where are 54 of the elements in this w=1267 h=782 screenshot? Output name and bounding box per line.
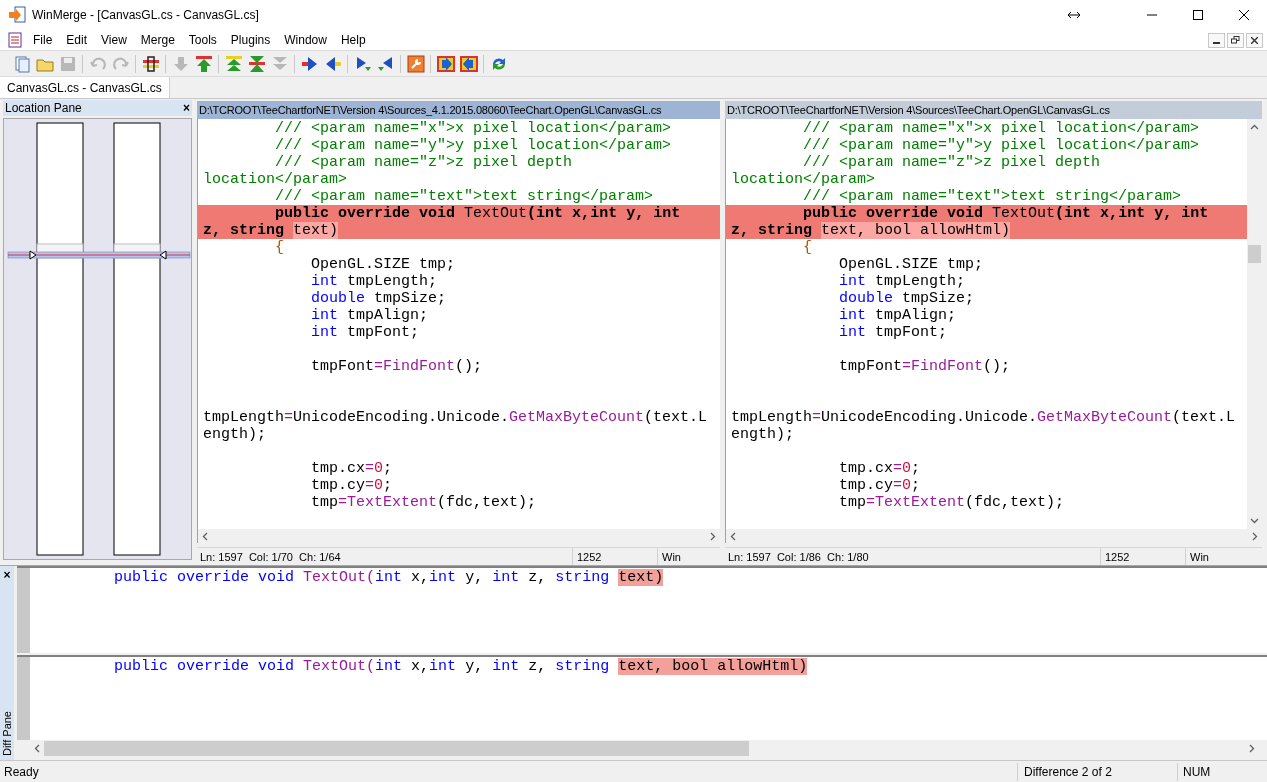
line-ending-label: Win	[1189, 550, 1210, 565]
difference-count: Difference 2 of 2	[1017, 762, 1177, 781]
mdi-restore-button[interactable]	[1227, 32, 1244, 48]
menu-item[interactable]: View	[94, 30, 134, 50]
minimize-icon	[1213, 41, 1220, 44]
mdi-minimize-button[interactable]	[1208, 32, 1225, 48]
menu-item[interactable]: Help	[333, 30, 373, 50]
close-button[interactable]: ×	[183, 102, 190, 114]
maximize-icon	[1193, 10, 1203, 20]
document-tab[interactable]: CanvasGL.cs - CanvasGL.cs	[0, 77, 170, 98]
code-line: public override void TextOut(int x,int y, int z, string text)	[113, 569, 665, 586]
restore-icon	[1231, 36, 1240, 44]
close-icon	[1239, 10, 1249, 20]
diff-text-view[interactable]: public override void TextOut(int x,int y, int z, string text, bool allowHtml)	[30, 657, 1267, 740]
code-editor[interactable]	[726, 119, 1247, 529]
file-path-header: D:\TCROOT\TeeChartforNET\Version 4\Sources\TeeChart.OpenGL\CanvasGL.cs	[725, 101, 1262, 119]
scroll-right-icon[interactable]	[1249, 744, 1255, 753]
line-ending-label: Win	[661, 550, 682, 565]
app-icon	[8, 6, 26, 24]
cursor-position: Ln: 1597 Col: 1/70 Ch: 1/64	[197, 548, 573, 565]
codepage-label: 1252	[573, 548, 658, 565]
wrench-icon[interactable]	[404, 52, 427, 75]
scroll-up-icon[interactable]	[1250, 124, 1259, 130]
menu-item[interactable]: Merge	[133, 30, 182, 50]
scroll-down-icon[interactable]	[1250, 518, 1259, 524]
mdi-close-button[interactable]	[1246, 32, 1263, 48]
status-message: Ready	[3, 763, 40, 781]
code-editor[interactable]	[198, 119, 720, 529]
location-map-drawing[interactable]	[4, 119, 191, 559]
num-lock-indicator: NUM	[1177, 762, 1247, 781]
scroll-left-icon[interactable]	[202, 531, 208, 541]
menu-item[interactable]: Tools	[181, 30, 224, 50]
menu-item[interactable]: Edit	[59, 30, 95, 50]
scroll-right-icon[interactable]	[1252, 531, 1258, 541]
diff-text-view[interactable]: public override void TextOut(int x,int y, int z, string text)	[30, 568, 1267, 653]
scrollbar-thumb[interactable]	[44, 741, 749, 756]
menu-item[interactable]: Plugins	[223, 30, 278, 50]
scrollbar-thumb[interactable]	[1248, 245, 1261, 263]
file-path-header: D:\TCROOT\TeeChartforNET\Version 4\Sources_4.1.2015.08060\TeeChart.OpenGL\CanvasGL.cs	[197, 101, 720, 119]
cursor-position: Ln: 1597 Col: 1/86 Ch: 1/80	[725, 548, 1101, 565]
codepage-label: 1252	[1101, 548, 1186, 565]
close-icon	[1251, 36, 1258, 44]
close-button[interactable]: ×	[3, 568, 11, 582]
scroll-left-icon[interactable]	[34, 744, 40, 753]
double-arrow-icon[interactable]	[1067, 11, 1081, 19]
code-line: public override void TextOut(int x,int y, int z, string text, bool allowHtml)	[113, 658, 809, 675]
scroll-right-icon[interactable]	[710, 531, 716, 541]
pane-title: Diff Pane	[0, 710, 14, 756]
window-title: WinMerge - [CanvasGL.cs - CanvasGL.cs]	[32, 7, 259, 24]
menu-item[interactable]: File	[26, 30, 60, 50]
pane-title: Location Pane	[5, 100, 82, 116]
menu-item[interactable]: Window	[277, 30, 334, 50]
document-icon[interactable]	[8, 32, 22, 48]
scroll-left-icon[interactable]	[730, 531, 736, 541]
